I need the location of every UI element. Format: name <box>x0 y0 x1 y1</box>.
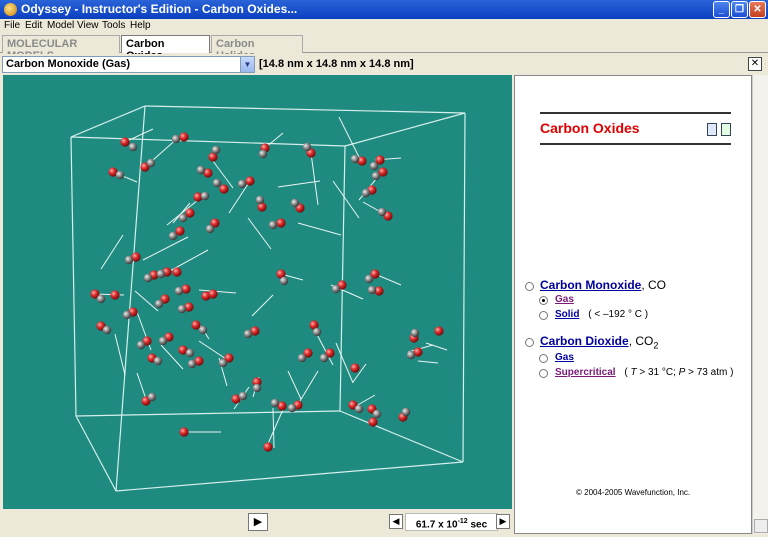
title-bar: Odyssey - Instructor's Edition - Carbon … <box>0 0 768 19</box>
menu-file[interactable]: File <box>4 20 20 31</box>
vertical-scrollbar[interactable] <box>752 75 768 534</box>
tab-carbon-halides[interactable]: Carbon Halides... <box>211 35 303 62</box>
co2-gas-option: Gas <box>555 352 574 363</box>
close-button[interactable]: ✕ <box>749 1 766 18</box>
link-carbon-monoxide[interactable]: Carbon Monoxide <box>540 278 641 292</box>
menu-help[interactable]: Help <box>130 20 151 31</box>
radio-co2-gas[interactable] <box>539 354 548 363</box>
cube-wireframe <box>70 105 466 492</box>
radio-co2-supercritical[interactable] <box>539 369 548 378</box>
co2-supercritical-option: Supercritical ( T > 31 °C; P > 73 atm ) <box>555 367 733 378</box>
radio-carbon-dioxide[interactable] <box>525 338 534 347</box>
box-dimensions: [14.8 nm x 14.8 nm x 14.8 nm] <box>259 58 414 70</box>
step-forward-button[interactable]: ▶ <box>496 514 510 529</box>
step-back-button[interactable]: ◀ <box>389 514 403 529</box>
tab-bar: MOLECULAR MODELS Carbon Oxides... Carbon… <box>0 34 768 62</box>
playback-bar: ▶ ◀ 61.7 x 10-12 sec ▶ <box>3 509 512 537</box>
time-unit: sec <box>467 519 488 531</box>
info-pane: Carbon Oxides Carbon Monoxide, CO Gas So… <box>514 75 752 534</box>
chevron-down-icon[interactable]: ▼ <box>240 57 254 72</box>
model-select[interactable]: Carbon Monoxide (Gas) ▼ <box>2 56 255 73</box>
app-icon <box>4 3 17 16</box>
minimize-button[interactable]: _ <box>713 1 730 18</box>
link-co2-gas[interactable]: Gas <box>555 352 574 363</box>
pane-title: Carbon Oxides <box>540 120 640 136</box>
title-rule-bottom <box>540 143 731 145</box>
menu-edit[interactable]: Edit <box>25 20 42 31</box>
time-value: 61.7 x 10 <box>415 519 458 531</box>
document-icon[interactable] <box>707 123 717 136</box>
model-toolbar: Carbon Monoxide (Gas) ▼ [14.8 nm x 14.8 … <box>0 54 768 74</box>
link-co-gas[interactable]: Gas <box>555 294 574 305</box>
tab-molecular-models[interactable]: MOLECULAR MODELS <box>2 35 120 62</box>
model-select-value: Carbon Monoxide (Gas) <box>6 58 131 70</box>
co2-supercritical-condition: ( T > 31 °C; P > 73 atm ) <box>624 367 734 378</box>
separator-comma: , <box>641 278 649 292</box>
formula-co2: CO <box>635 334 654 348</box>
radio-co-solid[interactable] <box>539 311 548 320</box>
simulation-box <box>70 105 466 492</box>
formula-co: CO <box>648 278 667 292</box>
co-solid-option: Solid ( < –192 ° C ) <box>555 309 648 320</box>
maximize-button[interactable]: ❐ <box>731 1 748 18</box>
window-title: Odyssey - Instructor's Edition - Carbon … <box>21 2 298 16</box>
molecule-viewport[interactable] <box>3 75 512 509</box>
time-readout: 61.7 x 10-12 sec <box>405 513 498 531</box>
radio-carbon-monoxide[interactable] <box>525 282 534 291</box>
resize-grip[interactable] <box>754 519 768 533</box>
menu-view[interactable]: View <box>77 20 99 31</box>
co-gas-option: Gas <box>555 294 574 305</box>
tab-carbon-oxides[interactable]: Carbon Oxides... <box>121 35 210 62</box>
title-rule-top <box>540 112 731 114</box>
time-exponent: -12 <box>457 518 468 525</box>
molecules <box>90 116 448 452</box>
copyright-text: © 2004-2005 Wavefunction, Inc. <box>576 488 691 497</box>
menu-tools[interactable]: Tools <box>102 20 125 31</box>
close-panel-button[interactable]: ✕ <box>748 57 762 71</box>
compound-carbon-dioxide: Carbon Dioxide, CO2 <box>540 334 658 350</box>
menu-model[interactable]: Model <box>47 20 74 31</box>
radio-co-gas[interactable] <box>539 296 548 305</box>
menu-bar: File Edit Model View Tools Help <box>0 19 768 34</box>
link-carbon-dioxide[interactable]: Carbon Dioxide <box>540 334 629 348</box>
play-button[interactable]: ▶ <box>248 513 268 531</box>
link-co2-supercritical[interactable]: Supercritical <box>555 367 616 378</box>
link-co-solid[interactable]: Solid <box>555 309 579 320</box>
co-solid-condition: ( < –192 ° C ) <box>588 309 649 320</box>
refresh-icon[interactable] <box>721 123 731 136</box>
formula-co2-subscript: 2 <box>653 340 659 351</box>
compound-carbon-monoxide: Carbon Monoxide, CO <box>540 278 666 292</box>
